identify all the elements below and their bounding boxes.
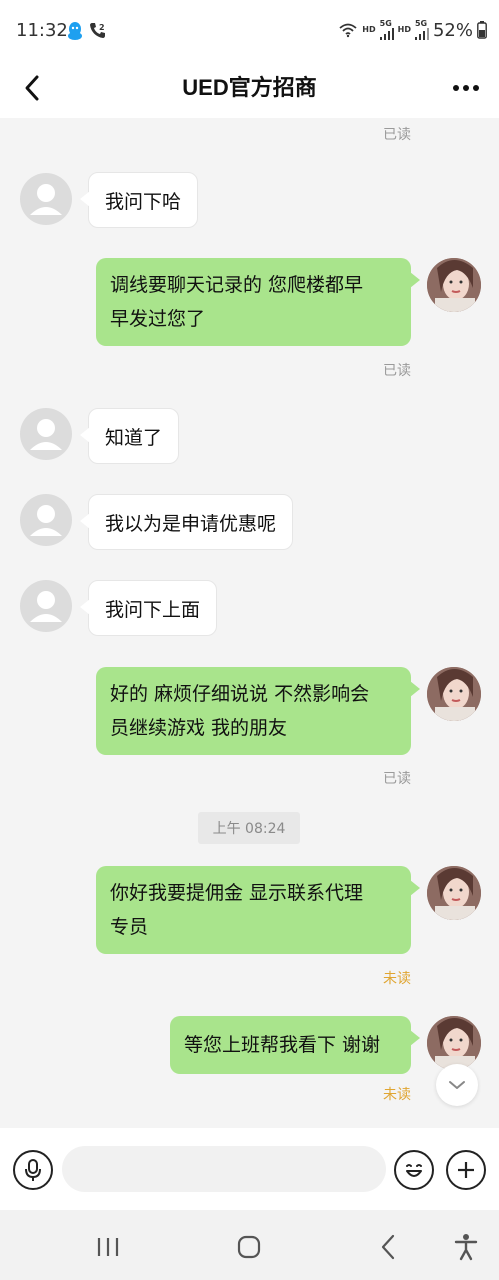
plus-icon <box>458 1162 474 1178</box>
profile-photo-icon <box>427 667 481 721</box>
emoji-button[interactable] <box>394 1150 434 1190</box>
default-avatar-icon <box>30 591 62 622</box>
network-hd-2: HD <box>397 25 411 34</box>
read-receipt: 已读 <box>383 771 411 787</box>
default-avatar-icon <box>30 505 62 536</box>
avatar-self[interactable] <box>427 866 481 920</box>
message-line: 专员 <box>110 916 149 938</box>
read-receipt: 已读 <box>383 363 411 379</box>
profile-photo-icon <box>427 866 481 920</box>
accessibility-icon <box>454 1234 478 1261</box>
chat-area[interactable]: 已读 我问下哈 调线要聊天记录的 您爬楼都早 早发过您了 已读 知道了 我以为是… <box>0 118 499 1128</box>
status-bar: 11:32 2 HD 5G HD 5G 52% <box>0 0 499 58</box>
chat-header: UED官方招商 <box>0 58 499 118</box>
emoji-icon <box>406 1164 422 1177</box>
chevron-down-icon <box>449 1081 465 1089</box>
message-bubble-incoming[interactable]: 我问下哈 <box>79 172 199 228</box>
back-icon <box>381 1234 395 1260</box>
network-5g-1: 5G <box>379 19 392 28</box>
message-bubble-outgoing[interactable]: 好的 麻烦仔细说说 不然影响会 员继续游戏 我的朋友 <box>96 667 420 755</box>
system-back-button[interactable] <box>364 1230 412 1264</box>
signal-icon <box>414 28 429 40</box>
avatar-self[interactable] <box>427 258 481 312</box>
recent-apps-icon <box>97 1238 119 1256</box>
profile-photo-icon <box>427 258 481 312</box>
avatar-self[interactable] <box>427 667 481 721</box>
message-bubble-outgoing[interactable]: 调线要聊天记录的 您爬楼都早 早发过您了 <box>96 258 420 346</box>
scroll-to-bottom-button[interactable] <box>436 1064 478 1106</box>
status-time: 11:32 <box>16 20 68 41</box>
profile-photo-icon <box>427 1016 481 1070</box>
message-line: 早发过您了 <box>110 308 206 330</box>
recent-apps-button[interactable] <box>84 1230 132 1264</box>
microphone-icon <box>25 1159 41 1181</box>
accessibility-button[interactable] <box>442 1230 490 1264</box>
signal-icon <box>379 28 394 40</box>
qq-icon <box>68 22 82 40</box>
message-bubble-incoming[interactable]: 知道了 <box>79 408 180 464</box>
message-bubble-outgoing[interactable]: 你好我要提佣金 显示联系代理 专员 <box>96 866 420 954</box>
message-line: 员继续游戏 我的朋友 <box>110 717 288 739</box>
avatar-self[interactable] <box>427 1016 481 1070</box>
message-bubble-outgoing[interactable]: 等您上班帮我看下 谢谢 <box>170 1016 420 1074</box>
timestamp: 上午 08:24 <box>198 812 300 844</box>
message-line: 你好我要提佣金 显示联系代理 <box>110 882 364 904</box>
battery-percent: 52% <box>432 19 473 41</box>
unread-receipt: 未读 <box>383 971 411 987</box>
system-nav-bar <box>0 1210 499 1280</box>
input-bar <box>0 1128 499 1210</box>
voice-button[interactable] <box>13 1150 53 1190</box>
network-hd-1: HD <box>362 25 376 34</box>
more-button[interactable] <box>445 71 487 105</box>
more-actions-button[interactable] <box>446 1150 486 1190</box>
avatar-contact[interactable] <box>20 580 72 632</box>
default-avatar-icon <box>30 419 62 450</box>
network-5g-2: 5G <box>414 19 428 28</box>
battery-icon <box>477 21 487 39</box>
default-avatar-icon <box>30 184 62 215</box>
message-line: 好的 麻烦仔细说说 不然影响会 <box>110 683 370 705</box>
call-forward-icon: 2 <box>90 23 105 38</box>
home-icon <box>237 1235 261 1259</box>
avatar-contact[interactable] <box>20 408 72 460</box>
status-right: HD 5G HD 5G 52% <box>338 19 487 41</box>
wifi-icon <box>339 23 357 38</box>
home-button[interactable] <box>225 1230 273 1264</box>
read-receipt: 已读 <box>383 127 411 143</box>
more-dots-icon <box>453 85 479 91</box>
message-bubble-incoming[interactable]: 我以为是申请优惠呢 <box>79 494 294 550</box>
avatar-contact[interactable] <box>20 173 72 225</box>
avatar-contact[interactable] <box>20 494 72 546</box>
message-bubble-incoming[interactable]: 我问下上面 <box>79 580 218 636</box>
unread-receipt: 未读 <box>383 1087 411 1103</box>
message-line: 调线要聊天记录的 您爬楼都早 <box>110 274 364 296</box>
message-line: 等您上班帮我看下 谢谢 <box>184 1034 381 1056</box>
page-title: UED官方招商 <box>182 75 317 100</box>
message-input[interactable] <box>62 1146 386 1192</box>
svg-text:2: 2 <box>99 23 105 32</box>
